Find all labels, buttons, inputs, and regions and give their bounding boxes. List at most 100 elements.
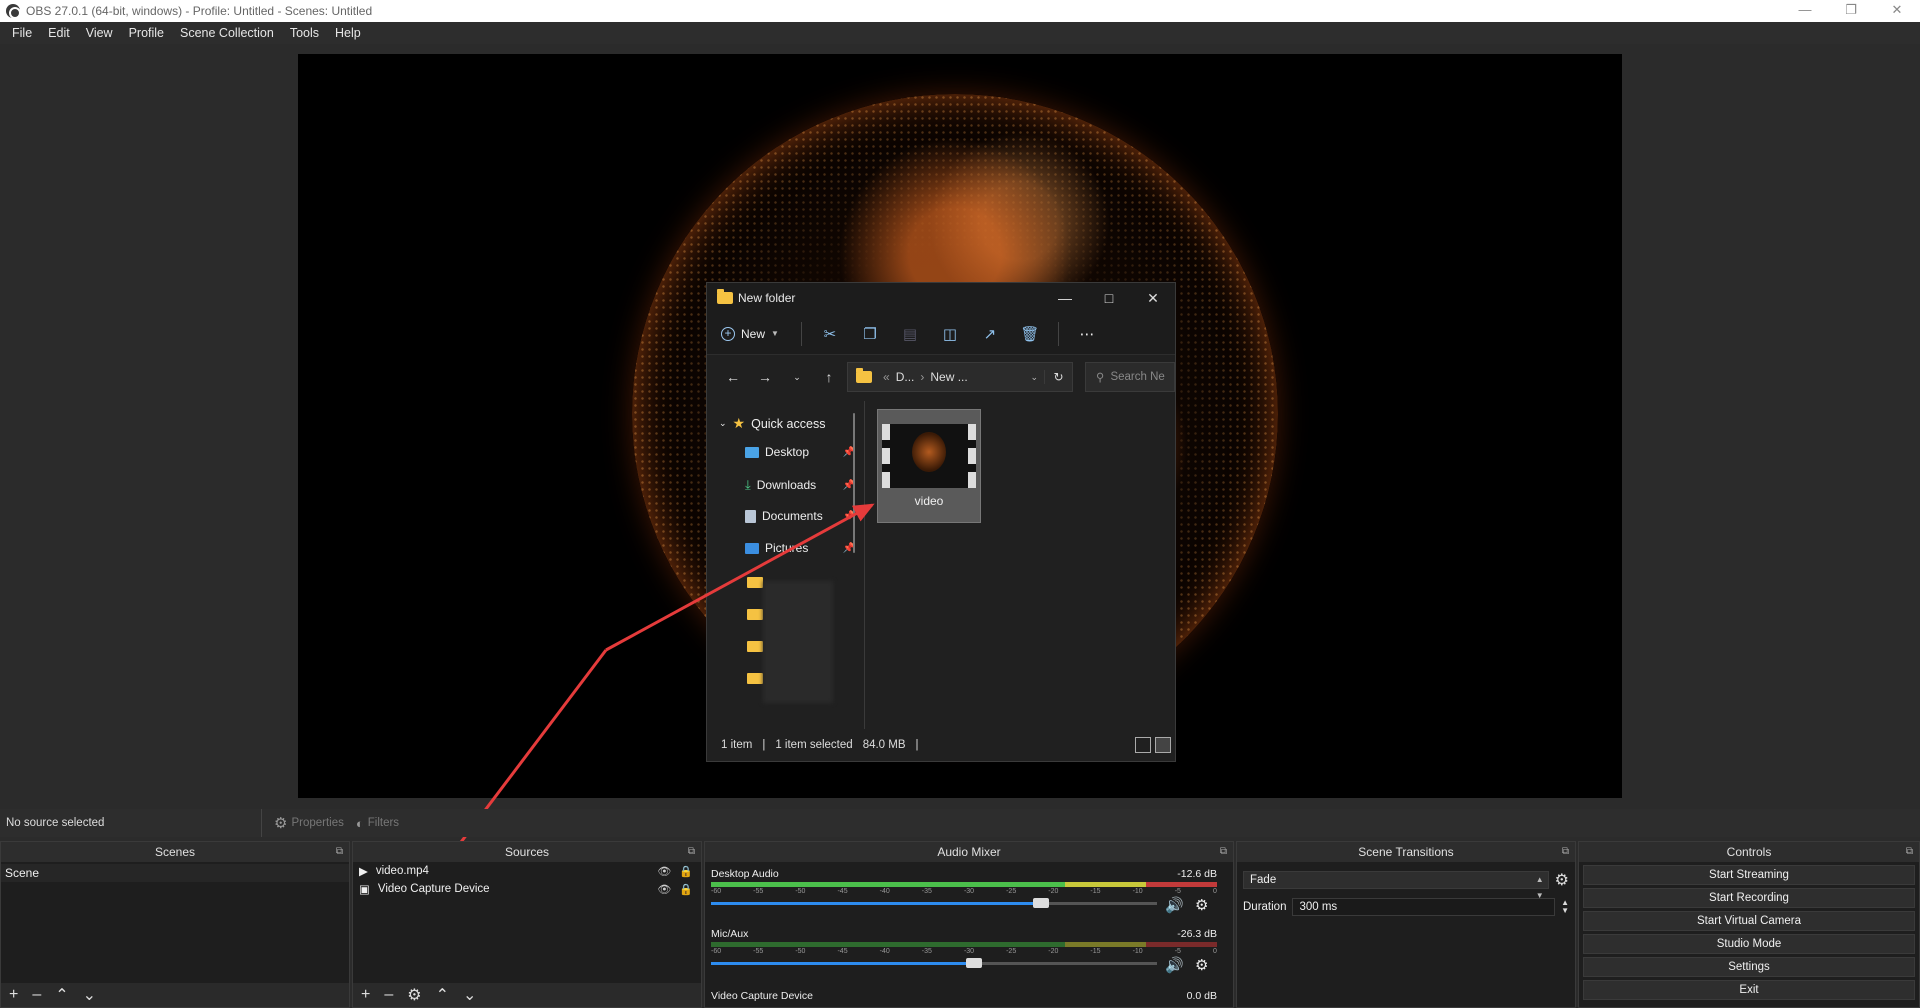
gear-icon[interactable]: ⚙ [1555,870,1569,890]
nav-item-desktop[interactable]: Desktop 📌 [745,445,855,459]
pictures-icon [745,542,759,554]
move-up-icon[interactable]: ⌃ [55,985,68,1005]
back-icon[interactable]: ← [719,369,747,385]
lock-icon[interactable]: 🔒 [679,883,693,896]
paste-icon[interactable]: ▤ [890,325,930,343]
menu-help[interactable]: Help [327,26,369,40]
lock-icon[interactable]: 🔒 [679,865,693,878]
volume-slider[interactable] [711,958,1157,968]
exit-button[interactable]: Exit [1583,980,1915,1000]
start-virtual-camera-button[interactable]: Start Virtual Camera [1583,911,1915,931]
add-scene-icon[interactable]: + [9,986,18,1004]
folder-icon[interactable] [747,673,763,684]
start-streaming-button[interactable]: Start Streaming [1583,865,1915,885]
move-down-icon[interactable]: ⌄ [463,985,476,1005]
gear-icon[interactable]: ⚙ [1195,956,1208,974]
forward-icon[interactable]: → [751,369,779,385]
source-item-video-capture[interactable]: ▣ Video Capture Device 👁 🔒 [353,880,701,898]
new-label: New [741,326,766,341]
recent-locations-icon[interactable]: ⌄ [783,372,811,383]
speaker-icon[interactable]: 🔊 [1165,956,1184,974]
media-source-icon: ▶ [359,866,368,878]
explorer-maximize-icon[interactable]: □ [1087,283,1131,313]
download-icon: ⤓ [745,477,751,492]
expand-chevron-icon[interactable]: ⌄ [719,418,727,429]
slider-handle[interactable] [966,958,983,968]
up-icon[interactable]: ↑ [815,369,843,385]
gear-icon[interactable]: ⚙ [407,985,421,1005]
search-input[interactable]: ⚲ Search Ne [1085,362,1175,392]
nav-item-downloads[interactable]: ⤓ Downloads 📌 [745,477,855,493]
channel-name: Desktop Audio [711,868,779,880]
duration-label: Duration [1243,901,1287,913]
folder-icon[interactable] [747,641,763,652]
volume-slider[interactable] [711,898,1157,908]
menu-profile[interactable]: Profile [121,26,172,40]
nav-item-pictures[interactable]: Pictures 📌 [745,541,855,555]
scene-item[interactable]: Scene [1,864,349,882]
menu-file[interactable]: File [4,26,40,40]
rename-icon[interactable]: ◫ [930,325,970,343]
filters-button[interactable]: ◐ Filters [356,816,399,831]
transition-select[interactable]: Fade ▲ ▼ [1243,871,1549,900]
start-recording-button[interactable]: Start Recording [1583,888,1915,908]
folder-icon[interactable] [747,577,763,588]
undock-icon[interactable]: ⧉ [1562,842,1569,862]
cut-icon[interactable]: ✂ [810,325,850,343]
delete-icon[interactable]: 🗑 [1010,325,1050,343]
visibility-eye-icon[interactable]: 👁 [657,883,671,896]
volume-meter [711,942,1217,947]
undock-icon[interactable]: ⧉ [336,842,343,862]
move-down-icon[interactable]: ⌄ [83,985,96,1005]
transitions-title: Scene Transitions [1358,845,1454,859]
scenes-header: Scenes ⧉ [1,842,349,862]
undock-icon[interactable]: ⧉ [1906,842,1913,862]
explorer-minimize-icon[interactable]: — [1043,283,1087,313]
remove-source-icon[interactable]: – [384,986,393,1004]
share-icon[interactable]: ↗ [970,325,1010,343]
nav-item-documents[interactable]: Documents 📌 [745,509,855,523]
add-source-icon[interactable]: + [361,986,370,1004]
address-bar[interactable]: « D... › New ... ⌄ ↻ [847,362,1073,392]
details-view-icon[interactable] [1135,737,1151,753]
large-icons-view-icon[interactable] [1155,737,1171,753]
menu-view[interactable]: View [78,26,121,40]
properties-button[interactable]: ⚙ Properties [274,814,344,832]
move-up-icon[interactable]: ⌃ [436,985,449,1005]
duration-spinner-icon[interactable]: ▲ ▼ [1561,899,1569,915]
restore-icon[interactable]: ❐ [1828,0,1874,22]
file-explorer-window[interactable]: New folder — □ ✕ + New ▼ ✂ ❐ ▤ ◫ ↗ 🗑 ⋯ ←… [706,282,1176,762]
close-icon[interactable]: ✕ [1874,0,1920,22]
minimize-icon[interactable]: — [1782,0,1828,22]
remove-scene-icon[interactable]: – [32,986,41,1004]
breadcrumb-root[interactable]: D... [896,370,915,384]
folder-icon[interactable] [747,609,763,620]
window-title: OBS 27.0.1 (64-bit, windows) - Profile: … [26,4,373,18]
quick-access-item[interactable]: ⌄ ★ Quick access [719,415,825,432]
nav-scrollbar[interactable] [853,413,855,553]
breadcrumb-current[interactable]: New ... [930,370,967,384]
file-item-video[interactable]: video [877,409,981,523]
menu-edit[interactable]: Edit [40,26,78,40]
undock-icon[interactable]: ⧉ [1220,842,1227,862]
new-button[interactable]: + New ▼ [721,326,779,341]
source-item-video[interactable]: ▶ video.mp4 👁 🔒 [353,862,701,880]
explorer-close-icon[interactable]: ✕ [1131,283,1175,313]
controls-title: Controls [1726,845,1772,859]
studio-mode-button[interactable]: Studio Mode [1583,934,1915,954]
undock-icon[interactable]: ⧉ [688,842,695,862]
slider-handle[interactable] [1033,898,1050,908]
gear-icon[interactable]: ⚙ [1195,896,1208,914]
settings-button[interactable]: Settings [1583,957,1915,977]
speaker-icon[interactable]: 🔊 [1165,896,1184,914]
menu-scene-collection[interactable]: Scene Collection [172,26,282,40]
explorer-body: ⌄ ★ Quick access Desktop 📌 ⤓ Downloads 📌… [707,401,1177,729]
address-dropdown-icon[interactable]: ⌄ [1030,372,1038,383]
refresh-icon[interactable]: ↻ [1044,370,1072,384]
duration-input[interactable]: 300 ms [1292,898,1556,916]
visibility-eye-icon[interactable]: 👁 [657,865,671,878]
menu-tools[interactable]: Tools [282,26,327,40]
channel-name: Mic/Aux [711,928,749,940]
copy-icon[interactable]: ❐ [850,325,890,343]
more-icon[interactable]: ⋯ [1067,325,1107,343]
